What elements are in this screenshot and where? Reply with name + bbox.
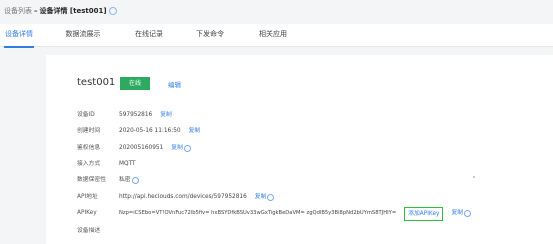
device-id-value: 597952816 bbox=[119, 112, 153, 118]
device-info-card: test001 在线 编辑 设备ID 597952816 复制 创建时间 202… bbox=[46, 55, 553, 244]
copy-device-id-link[interactable]: 复制 bbox=[160, 111, 172, 120]
access-method-label: 接入方式 bbox=[77, 161, 101, 167]
apikey-label: APIKey bbox=[77, 210, 97, 216]
row-auth-info: 鉴权信息 202005160951 复制 bbox=[77, 144, 191, 153]
dot bbox=[473, 176, 475, 178]
help-icon[interactable] bbox=[183, 145, 191, 152]
row-access-method: 接入方式 MQTT bbox=[77, 160, 136, 169]
access-method-value: MQTT bbox=[119, 161, 136, 167]
created-time-label: 创建时间 bbox=[77, 128, 101, 134]
row-apikey: APIKey Nzp=iCSEbo=VT!OVnFuc72lb5fiv= hxB… bbox=[77, 206, 472, 221]
add-apikey-button[interactable]: 添加APIKey bbox=[404, 206, 444, 221]
edit-link[interactable]: 编辑 bbox=[168, 79, 181, 89]
row-data-privacy: 数据保密性 私密 bbox=[77, 176, 139, 185]
tab-online-records[interactable]: 在线记录 bbox=[133, 24, 165, 46]
device-detail-page: 设备列表 – 设备详情 [test001] 设备详情 数据流展示 在线记录 下发… bbox=[0, 0, 553, 244]
tab-related-apps[interactable]: 相关应用 bbox=[257, 24, 289, 46]
tab-bar: 设备详情 数据流展示 在线记录 下发命令 相关应用 bbox=[0, 24, 553, 48]
tab-datastream[interactable]: 数据流展示 bbox=[63, 24, 103, 46]
auth-info-label: 鉴权信息 bbox=[77, 145, 101, 151]
breadcrumb: 设备列表 – 设备详情 [test001] bbox=[4, 4, 117, 18]
help-icon[interactable] bbox=[131, 177, 139, 184]
copy-created-time-link[interactable]: 复制 bbox=[189, 127, 201, 136]
data-privacy-label: 数据保密性 bbox=[77, 177, 106, 183]
status-badge: 在线 bbox=[120, 77, 150, 90]
row-created-time: 创建时间 2020-05-16 11:16:50 复制 bbox=[77, 127, 200, 136]
api-url-label: API地址 bbox=[77, 194, 98, 200]
device-id-label: 设备ID bbox=[77, 112, 95, 118]
row-api-url: API地址 http://api.heclouds.com/devices/59… bbox=[77, 193, 275, 202]
help-icon[interactable] bbox=[267, 194, 275, 201]
row-device-desc: 设备描述 bbox=[77, 227, 119, 236]
data-privacy-value: 私密 bbox=[119, 177, 131, 183]
copy-auth-info-link[interactable]: 复制 bbox=[171, 144, 183, 153]
auth-info-value: 202005160951 bbox=[119, 145, 164, 151]
help-icon[interactable] bbox=[108, 7, 117, 15]
device-name: test001 bbox=[77, 77, 116, 88]
tab-device-detail[interactable]: 设备详情 bbox=[4, 24, 34, 48]
device-desc-label: 设备描述 bbox=[77, 228, 101, 234]
tab-send-command[interactable]: 下发命令 bbox=[194, 24, 226, 46]
row-device-id: 设备ID 597952816 复制 bbox=[77, 111, 172, 120]
api-url-value: http://api.heclouds.com/devices/59795281… bbox=[119, 194, 247, 200]
help-icon[interactable] bbox=[464, 210, 472, 217]
breadcrumb-device-list[interactable]: 设备列表 bbox=[4, 6, 32, 16]
breadcrumb-current: 设备详情 [test001] bbox=[39, 7, 107, 15]
copy-apikey-link[interactable]: 复制 bbox=[451, 209, 463, 218]
breadcrumb-separator: – bbox=[34, 7, 38, 15]
apikey-value: Nzp=iCSEbo=VT!OVnFuc72lb5fiv= hxBSYDfkBS… bbox=[119, 210, 397, 216]
created-time-value: 2020-05-16 11:16:50 bbox=[119, 128, 181, 134]
copy-api-url-link[interactable]: 复制 bbox=[255, 193, 267, 202]
